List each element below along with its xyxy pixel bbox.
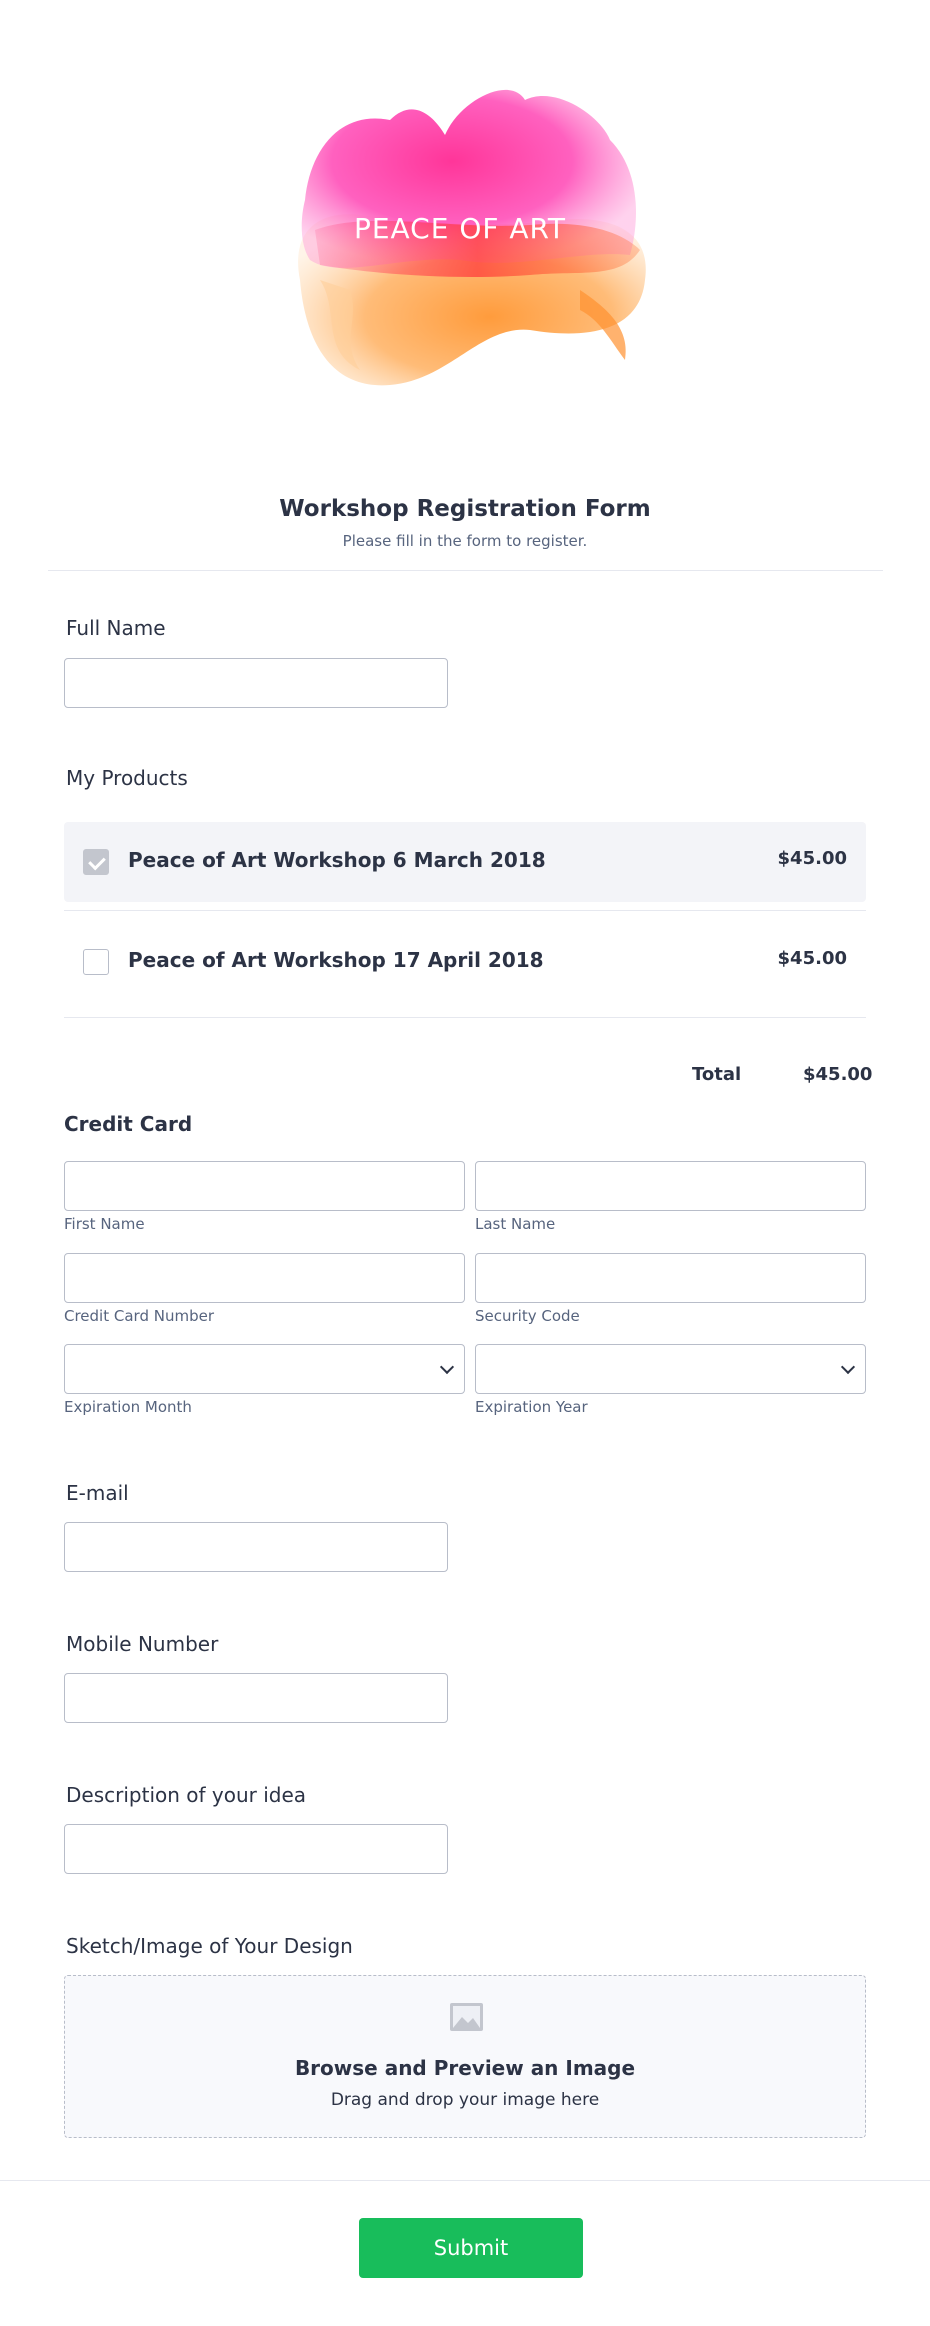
chevron-down-icon xyxy=(439,1359,455,1375)
submit-button[interactable]: Submit xyxy=(359,2218,583,2278)
product-row[interactable]: Peace of Art Workshop 6 March 2018 $45.0… xyxy=(64,822,866,902)
credit-card-title: Credit Card xyxy=(64,1112,193,1136)
idea-label: Description of your idea xyxy=(66,1783,307,1807)
full-name-label: Full Name xyxy=(66,616,166,640)
expiration-month-sublabel: Expiration Month xyxy=(64,1398,192,1416)
product-row[interactable]: Peace of Art Workshop 17 April 2018 $45.… xyxy=(64,922,866,1002)
divider xyxy=(64,910,866,911)
mobile-input[interactable] xyxy=(64,1673,448,1723)
expiration-year-sublabel: Expiration Year xyxy=(475,1398,588,1416)
brand-logo-text: PEACE OF ART xyxy=(353,212,567,245)
email-label: E-mail xyxy=(66,1481,129,1505)
image-icon xyxy=(450,2003,483,2031)
first-name-sublabel: First Name xyxy=(64,1215,145,1233)
upload-subtitle: Drag and drop your image here xyxy=(330,2090,600,2110)
product-name: Peace of Art Workshop 17 April 2018 xyxy=(128,948,544,972)
divider xyxy=(48,570,883,571)
product-checkbox[interactable] xyxy=(83,949,109,975)
mobile-label: Mobile Number xyxy=(66,1632,219,1656)
chevron-down-icon xyxy=(840,1359,856,1375)
security-code-input[interactable] xyxy=(475,1253,866,1303)
product-name: Peace of Art Workshop 6 March 2018 xyxy=(128,848,546,872)
image-upload-dropzone[interactable]: Browse and Preview an Image Drag and dro… xyxy=(64,1975,866,2138)
last-name-sublabel: Last Name xyxy=(475,1215,556,1233)
full-name-input[interactable] xyxy=(64,658,448,708)
divider xyxy=(0,2180,930,2181)
divider xyxy=(64,1017,866,1018)
page-subtitle: Please fill in the form to register. xyxy=(342,532,588,550)
page-title: Workshop Registration Form xyxy=(279,496,651,522)
first-name-input[interactable] xyxy=(64,1161,465,1211)
total-label: Total xyxy=(692,1064,742,1085)
email-input[interactable] xyxy=(64,1522,448,1572)
total-value: $45.00 xyxy=(803,1064,873,1085)
upload-title: Browse and Preview an Image xyxy=(294,2056,636,2080)
last-name-input[interactable] xyxy=(475,1161,866,1211)
brand-logo: PEACE OF ART xyxy=(280,80,660,400)
expiration-year-select[interactable] xyxy=(475,1344,866,1394)
upload-label: Sketch/Image of Your Design xyxy=(66,1934,353,1958)
idea-input[interactable] xyxy=(64,1824,448,1874)
card-number-input[interactable] xyxy=(64,1253,465,1303)
card-number-sublabel: Credit Card Number xyxy=(64,1307,214,1325)
product-price: $45.00 xyxy=(777,848,847,869)
expiration-month-select[interactable] xyxy=(64,1344,465,1394)
product-checkbox[interactable] xyxy=(83,849,109,875)
product-price: $45.00 xyxy=(777,948,847,969)
security-code-sublabel: Security Code xyxy=(475,1307,580,1325)
products-label: My Products xyxy=(66,766,188,790)
